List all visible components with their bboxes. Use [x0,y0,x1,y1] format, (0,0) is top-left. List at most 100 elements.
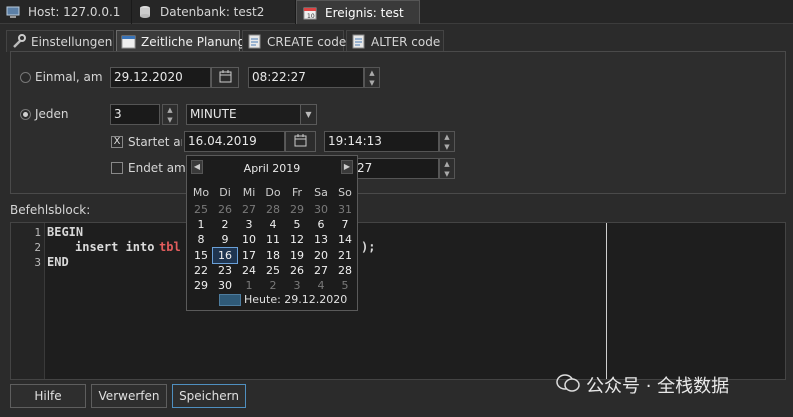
calendar-day[interactable]: 11 [261,232,285,247]
calendar-day[interactable]: 3 [237,217,261,232]
calendar-day[interactable]: 26 [285,263,309,278]
calendar-day-selected[interactable]: 16 [212,246,238,264]
calendar-day[interactable]: 30 [309,202,333,217]
calendar-day[interactable]: 5 [333,278,357,293]
calendar-day[interactable]: 28 [333,263,357,278]
ends-label: Endet am: [128,161,190,175]
calendar-day[interactable]: 4 [261,217,285,232]
discard-button[interactable]: Verwerfen [91,384,167,408]
save-button[interactable]: Speichern [172,384,246,408]
arrow-down-icon[interactable]: ▼ [163,115,177,125]
arrow-up-icon[interactable]: ▲ [365,68,379,78]
line-number-gutter: 1 2 3 [11,223,45,379]
once-time-stepper[interactable]: ▲ ▼ [364,67,380,88]
calendar-day[interactable]: 28 [261,202,285,217]
starts-checkbox[interactable]: X [111,136,123,148]
calendar-day[interactable]: 2 [213,217,237,232]
calendar-day[interactable]: 13 [309,232,333,247]
starts-time-field[interactable]: 19:14:13 [324,131,439,152]
calendar-day[interactable]: 25 [261,263,285,278]
weekday-header: Mi [242,186,256,199]
calendar-day[interactable]: 19 [285,248,309,263]
calendar-day[interactable]: 22 [189,263,213,278]
tab-settings[interactable]: Einstellungen [6,30,114,52]
tab-create-code[interactable]: CREATE code [242,30,346,52]
starts-time-stepper[interactable]: ▲ ▼ [439,131,455,152]
weekday-header: Sa [314,186,328,199]
tab-database-label: Datenbank: test2 [160,5,265,19]
calendar-day[interactable]: 23 [213,263,237,278]
calendar-day[interactable]: 14 [333,232,357,247]
every-value-field[interactable]: 3 [110,104,160,125]
calendar-day[interactable]: 29 [189,278,213,293]
calendar-day[interactable]: 1 [189,217,213,232]
once-date-picker-button[interactable] [211,67,239,88]
calendar-day[interactable]: 25 [189,202,213,217]
arrow-down-icon[interactable]: ▼ [440,169,454,179]
tab-event-label: Ereignis: test [325,5,404,20]
every-radio[interactable] [20,109,31,120]
calendar-day[interactable]: 30 [213,278,237,293]
calendar-day[interactable]: 4 [309,278,333,293]
calendar-day[interactable]: 15 [189,248,213,263]
calendar-day[interactable]: 24 [237,263,261,278]
calendar-day[interactable]: 12 [285,232,309,247]
calendar-day[interactable]: 3 [285,278,309,293]
every-unit-select[interactable]: MINUTE [186,104,301,125]
watermark-text: 公众号 · 全栈数据 [586,376,730,397]
right-margin-line [606,223,607,379]
arrow-down-icon[interactable]: ▼ [365,78,379,88]
calendar-day[interactable]: 27 [309,263,333,278]
arrow-up-icon[interactable]: ▲ [163,105,177,115]
starts-label: Startet am: [128,135,182,149]
database-icon [138,5,152,19]
calendar-icon: 10 [303,6,317,20]
calendar-day[interactable]: 31 [333,202,357,217]
calendar-day[interactable]: 6 [309,217,333,232]
calendar-day[interactable]: 8 [189,232,213,247]
once-radio[interactable] [20,72,31,83]
help-button[interactable]: Hilfe [10,384,86,408]
sub-tab-bar: Einstellungen Zeitliche Planung CREATE c… [6,30,786,52]
calendar-day[interactable]: 5 [285,217,309,232]
chevron-right-icon: ▶ [343,162,351,171]
tab-alter-code[interactable]: ALTER code [346,30,444,52]
every-label: Jeden [35,107,69,121]
starts-date-field[interactable]: 16.04.2019 [184,131,285,152]
calendar-day[interactable]: 26 [213,202,237,217]
calendar-day[interactable]: 27 [237,202,261,217]
tab-event[interactable]: 10 Ereignis: test [296,0,420,24]
calendar-day[interactable]: 17 [237,248,261,263]
body-label: Befehlsblock: [10,203,91,217]
arrow-up-icon[interactable]: ▲ [440,132,454,142]
code-editor[interactable]: 1 2 3 BEGIN insert into tbl ); END [10,222,786,380]
code-line-2-table: tbl [159,240,181,254]
calendar-day[interactable]: 18 [261,248,285,263]
tab-schedule[interactable]: Zeitliche Planung [116,30,245,52]
ends-checkbox[interactable] [111,162,123,174]
date-picker-popup[interactable]: ◀ April 2019 ▶ Mo Di Mi Do Fr Sa So 25 26 27 28 29 3… [186,155,358,311]
calendar-day[interactable]: 21 [333,248,357,263]
starts-date-picker-button[interactable] [285,131,316,152]
weekday-header: Di [219,186,231,199]
today-swatch [219,294,241,306]
calendar-day[interactable]: 20 [309,248,333,263]
calendar-day[interactable]: 9 [213,232,237,247]
ends-time-stepper[interactable]: ▲ ▼ [439,158,455,179]
calendar-day[interactable]: 29 [285,202,309,217]
calendar-day[interactable]: 7 [333,217,357,232]
calendar-day[interactable]: 10 [237,232,261,247]
calendar-day[interactable]: 1 [237,278,261,293]
once-time-field[interactable]: 08:22:27 [248,67,364,88]
every-unit-dropdown[interactable]: ▼ [300,104,317,125]
tab-host[interactable]: Host: 127.0.0.1 [0,0,132,24]
tab-database[interactable]: Datenbank: test2 [132,0,296,24]
arrow-up-icon[interactable]: ▲ [440,159,454,169]
every-value-stepper[interactable]: ▲ ▼ [162,104,178,125]
calendar-day[interactable]: 2 [261,278,285,293]
once-date-field[interactable]: 29.12.2020 [110,67,211,88]
next-month-button[interactable]: ▶ [341,160,353,174]
wrench-icon [11,34,26,49]
today-label[interactable]: Heute: 29.12.2020 [244,293,347,306]
arrow-down-icon[interactable]: ▼ [440,142,454,152]
